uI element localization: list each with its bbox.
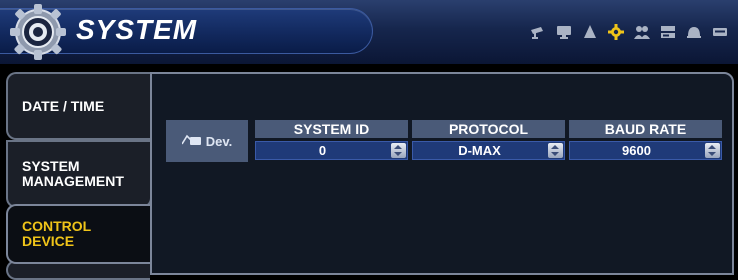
spinner-arrows-icon[interactable] bbox=[391, 143, 406, 158]
monitor-icon[interactable] bbox=[556, 24, 572, 40]
device-row-label: Dev. bbox=[205, 133, 233, 149]
column-baud-rate: BAUD RATE 9600 bbox=[569, 120, 722, 160]
network-icon[interactable] bbox=[712, 24, 728, 40]
content-panel bbox=[150, 72, 734, 275]
column-header: BAUD RATE bbox=[569, 120, 722, 138]
tab-label: DATE / TIME bbox=[22, 97, 105, 114]
baud-rate-spinner[interactable]: 9600 bbox=[569, 141, 722, 160]
device-row-header: Dev. bbox=[166, 120, 248, 162]
notification-icon[interactable] bbox=[686, 24, 702, 40]
protocol-spinner[interactable]: D-MAX bbox=[412, 141, 565, 160]
page-title: SYSTEM bbox=[76, 14, 198, 45]
storage-icon[interactable] bbox=[660, 24, 676, 40]
column-system-id: SYSTEM ID 0 bbox=[255, 120, 408, 160]
header-bar: SYSTEM bbox=[0, 0, 738, 64]
gear-icon[interactable] bbox=[608, 24, 624, 40]
tab-system-management[interactable]: SYSTEM MANAGEMENT bbox=[6, 140, 152, 208]
device-cable-icon bbox=[181, 134, 201, 145]
column-header: SYSTEM ID bbox=[255, 120, 408, 138]
system-id-value: 0 bbox=[318, 143, 327, 158]
baud-rate-value: 9600 bbox=[622, 143, 651, 158]
tab-date-time[interactable]: DATE / TIME bbox=[6, 72, 150, 140]
tab-control-device[interactable]: CONTROL DEVICE bbox=[6, 204, 150, 264]
column-header: PROTOCOL bbox=[412, 120, 565, 138]
system-gear-logo-icon bbox=[10, 4, 66, 60]
alarm-icon[interactable] bbox=[582, 24, 598, 40]
spinner-arrows-icon[interactable] bbox=[548, 143, 563, 158]
camera-icon[interactable] bbox=[530, 24, 546, 40]
tab-label: SYSTEM MANAGEMENT bbox=[22, 158, 124, 189]
protocol-value: D-MAX bbox=[458, 143, 501, 158]
spinner-arrows-icon[interactable] bbox=[705, 143, 720, 158]
system-id-spinner[interactable]: 0 bbox=[255, 141, 408, 160]
column-protocol: PROTOCOL D-MAX bbox=[412, 120, 565, 160]
left-nav: DATE / TIME SYSTEM MANAGEMENT CONTROL DE… bbox=[0, 64, 152, 280]
users-icon[interactable] bbox=[634, 24, 650, 40]
tab-label: CONTROL DEVICE bbox=[22, 218, 92, 249]
header-icon-bar bbox=[530, 24, 728, 40]
